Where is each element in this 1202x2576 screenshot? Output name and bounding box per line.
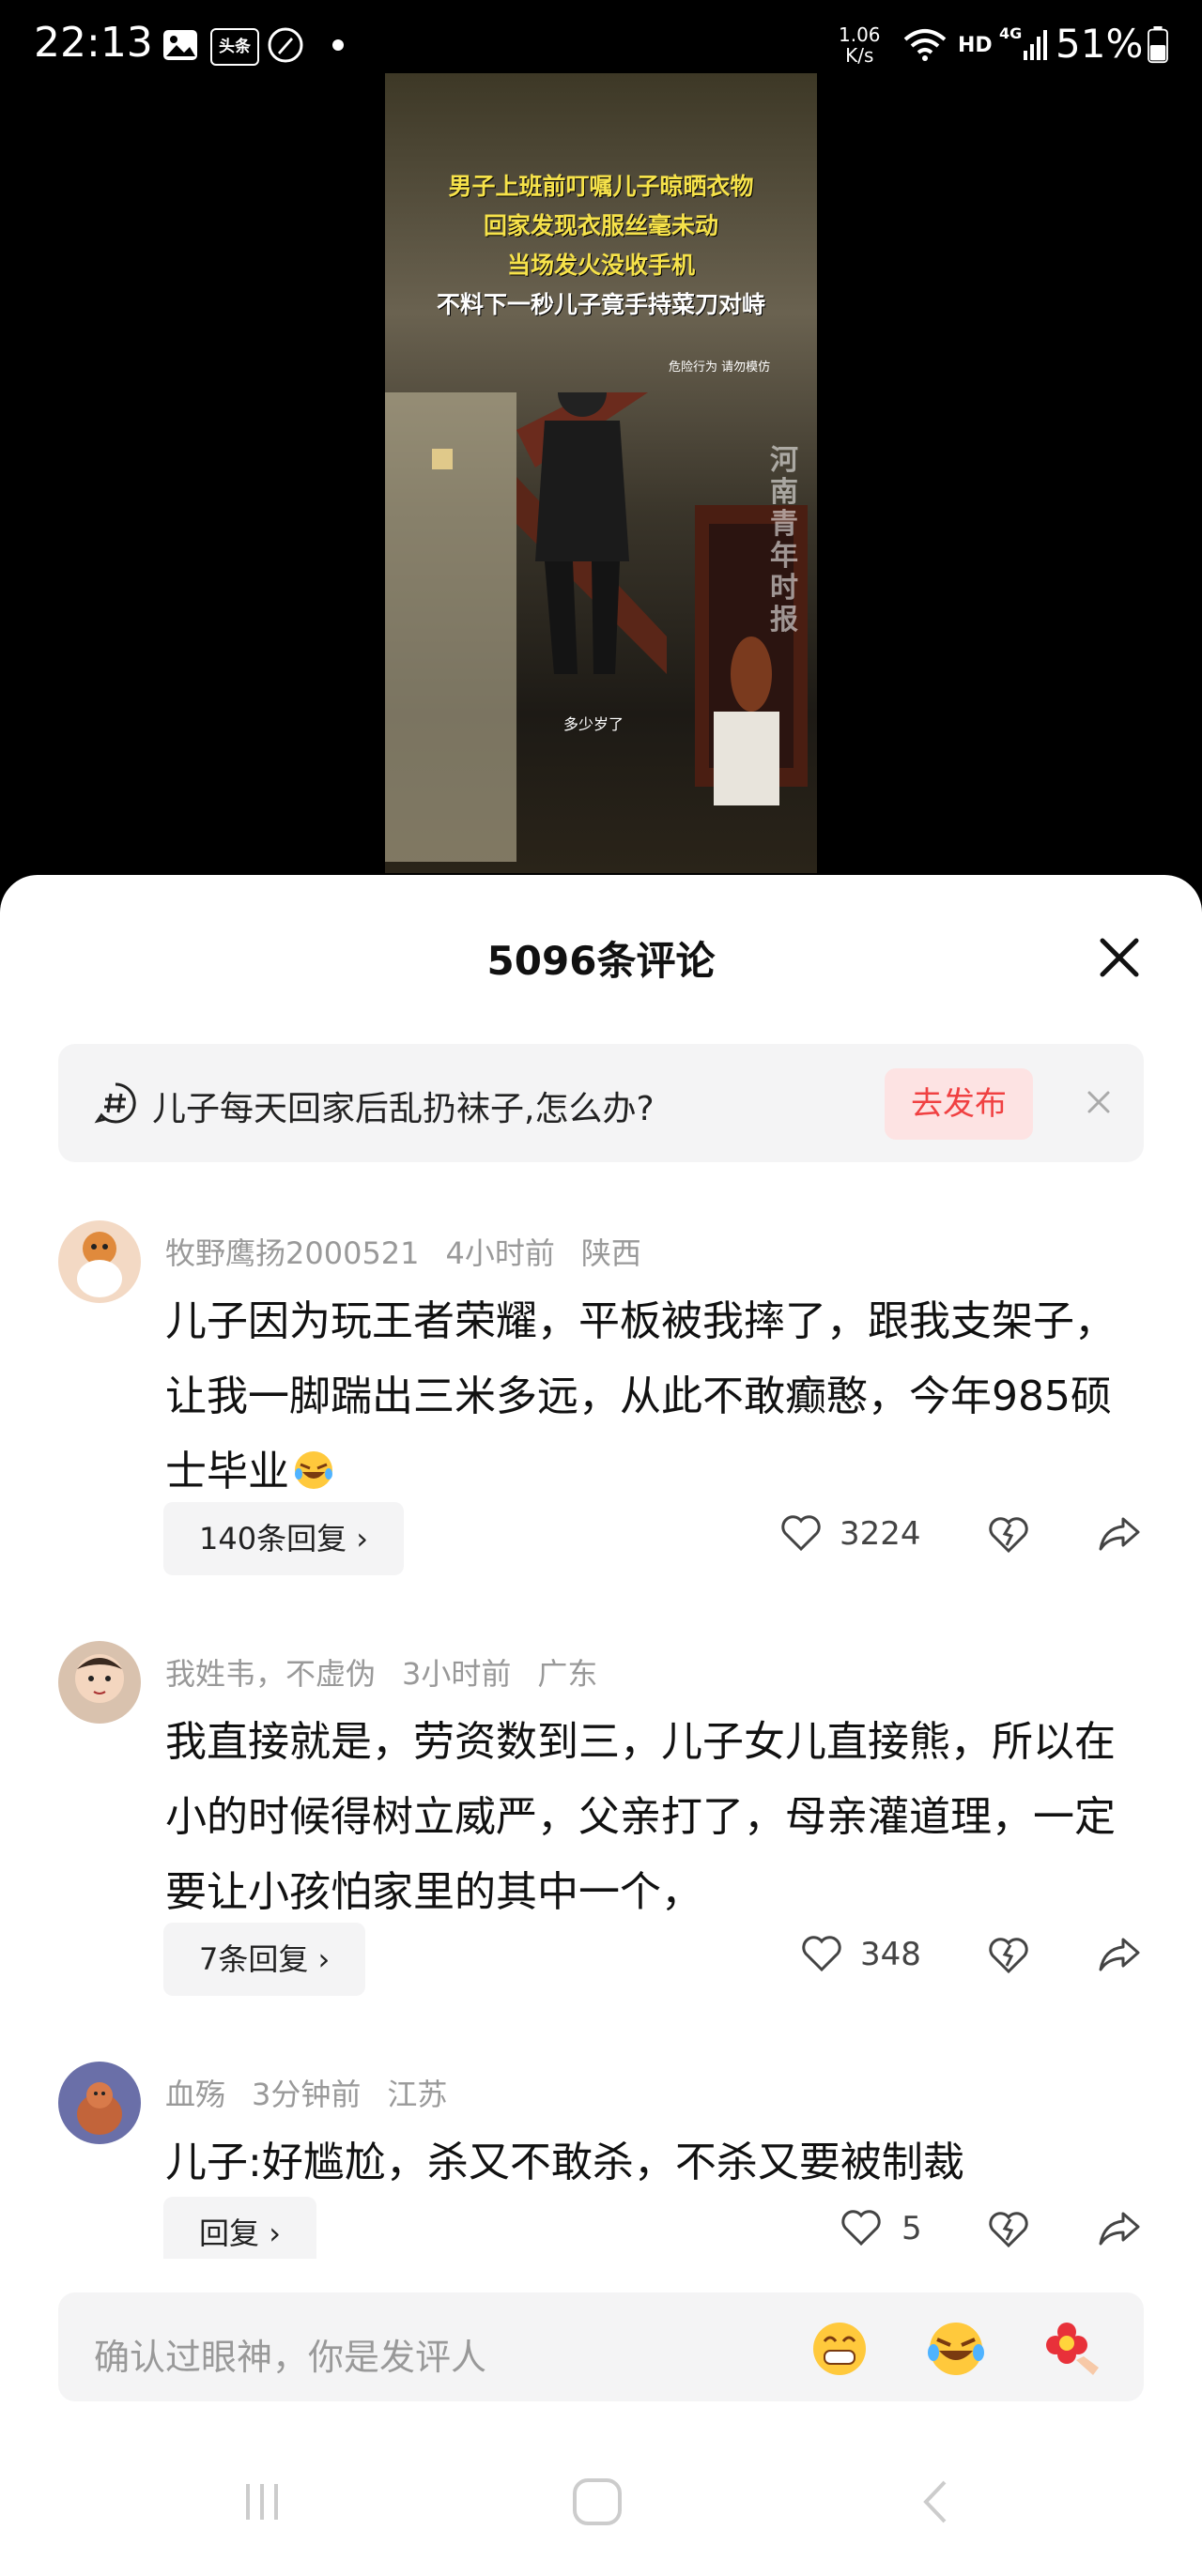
video-subtitle: 多少岁了 (563, 715, 624, 733)
emoji-laugh-cry-icon[interactable] (926, 2319, 986, 2379)
share-icon[interactable] (1097, 2206, 1142, 2251)
like-icon[interactable] (779, 1511, 823, 1555)
caption-line-3: 当场发火没收手机 (506, 252, 695, 279)
status-time: 22:13 (34, 19, 153, 67)
comment-username[interactable]: 我姓韦，不虚伪 (165, 1656, 376, 1692)
comment-input[interactable]: 确认过眼神，你是发评人 (58, 2292, 1144, 2401)
comment-actions: 3224 (0, 1511, 1202, 1568)
comment-meta: 我姓韦，不虚伪 3小时前 广东 (165, 1650, 624, 1694)
video-watermark: 河南青年时报 (770, 444, 798, 636)
avatar[interactable] (58, 1220, 141, 1303)
comment-text: 儿子:好尴尬，杀又不敢杀，不杀又要被制裁 (165, 2139, 964, 2186)
comment-input-placeholder: 确认过眼神，你是发评人 (94, 2337, 487, 2378)
caption-line-1: 男子上班前叮嘱儿子晾晒衣物 (448, 173, 754, 200)
publish-button[interactable]: 去发布 (885, 1068, 1033, 1140)
comment-username[interactable]: 血殇 (165, 2077, 225, 2112)
caption-line-4: 不料下一秒儿子竟手持菜刀对峙 (436, 291, 765, 318)
like-icon[interactable] (800, 1932, 843, 1975)
video-frame-scene (385, 392, 808, 862)
comment-count-title: 5096条评论 (486, 938, 716, 984)
battery-icon (1148, 26, 1168, 64)
comment-text: 儿子因为玩王者荣耀，平板被我摔了，跟我支架子，让我一脚踹出三米多远，从此不敢癫憨… (165, 1284, 1146, 1510)
share-icon[interactable] (1097, 1932, 1142, 1977)
hashtag-icon (94, 1082, 136, 1124)
like-count: 3224 (840, 1515, 921, 1553)
avatar-image (77, 1232, 122, 1297)
avatar-image (77, 2082, 122, 2135)
hd-indicator: HD (958, 34, 993, 57)
dislike-icon[interactable] (986, 1511, 1031, 1556)
comment-time: 4小时前 (445, 1235, 555, 1271)
dismiss-prompt-icon[interactable] (1082, 1085, 1116, 1119)
battery-percent: 51% (1056, 21, 1144, 67)
network-speed: 1.06 K/s (839, 24, 881, 66)
gallery-icon (163, 30, 197, 60)
comment-actions: 5 (0, 2206, 1202, 2262)
caption-line-2: 回家发现衣服丝毫未动 (483, 212, 718, 239)
comment-time: 3小时前 (402, 1656, 512, 1692)
avatar[interactable] (58, 1641, 141, 1724)
share-icon[interactable] (1097, 1511, 1142, 1556)
comment-location: 江苏 (387, 2077, 448, 2112)
comment-actions: 348 (0, 1932, 1202, 1988)
topic-prompt[interactable]: 儿子每天回家后乱扔袜子,怎么办? 去发布 (58, 1044, 1144, 1162)
notification-dot (332, 39, 344, 51)
comment-meta: 牧野鹰扬2000521 4小时前 陕西 (165, 1230, 668, 1273)
rocket-icon (268, 27, 303, 63)
video-warning: 危险行为 请勿模仿 (669, 360, 771, 375)
nav-back-icon[interactable] (917, 2478, 954, 2525)
comment-time: 3分钟前 (252, 2077, 362, 2112)
nav-recents-icon[interactable] (239, 2478, 285, 2525)
signal-icon (1024, 30, 1047, 60)
avatar[interactable] (58, 2062, 141, 2144)
dislike-icon[interactable] (986, 1932, 1031, 1977)
comment-meta: 血殇 3分钟前 江苏 (165, 2071, 473, 2114)
comment-text: 我直接就是，劳资数到三，儿子女儿直接熊，所以在小的时候得树立威严，父亲打了，母亲… (165, 1718, 1116, 1916)
wifi-icon (903, 29, 947, 61)
dislike-icon[interactable] (986, 2206, 1031, 2251)
like-count: 5 (902, 2210, 922, 2247)
toutiao-icon: 头条 (210, 28, 259, 66)
nav-home-icon[interactable] (569, 2478, 625, 2525)
topic-prompt-text: 儿子每天回家后乱扔袜子,怎么办? (152, 1090, 655, 1128)
emoji-grin-icon[interactable] (809, 2319, 870, 2379)
video-player[interactable]: 男子上班前叮嘱儿子晾晒衣物 回家发现衣服丝毫未动 当场发火没收手机 不料下一秒儿… (385, 73, 817, 873)
avatar-image (75, 1654, 124, 1703)
video-caption: 男子上班前叮嘱儿子晾晒衣物 回家发现衣服丝毫未动 当场发火没收手机 不料下一秒儿… (385, 167, 817, 325)
like-icon[interactable] (840, 2206, 883, 2249)
like-count: 348 (860, 1936, 921, 1973)
emoji-flower-icon[interactable] (1042, 2319, 1102, 2379)
close-icon[interactable] (1093, 931, 1146, 984)
emoji-laugh-cry-icon (293, 1440, 334, 1489)
comment-location: 陕西 (580, 1235, 641, 1271)
net-speed-unit: K/s (845, 44, 874, 67)
comment-username[interactable]: 牧野鹰扬2000521 (165, 1235, 420, 1271)
net-speed-value: 1.06 (839, 23, 881, 46)
comment-location: 广东 (537, 1656, 598, 1692)
